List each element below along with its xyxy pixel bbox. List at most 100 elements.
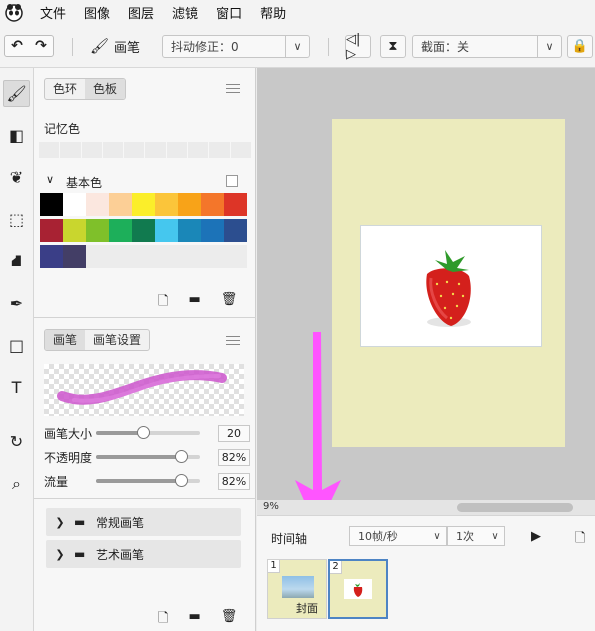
brush-tool[interactable]: 🖌 [3, 80, 30, 107]
smudge-tool[interactable]: ❦ [3, 164, 30, 191]
memory-color-row[interactable] [39, 142, 251, 158]
slider-knob[interactable] [175, 474, 189, 487]
menu-help[interactable]: 帮助 [260, 3, 286, 22]
color-swatch[interactable] [63, 219, 86, 242]
rotate-tool[interactable]: ↻ [3, 428, 30, 455]
chevron-down-icon[interactable]: ∨ [46, 173, 54, 186]
flow-slider[interactable] [96, 474, 200, 487]
flip-horizontal-icon: ◁|▷ [346, 31, 361, 62]
color-swatch[interactable] [178, 219, 201, 242]
scrollbar-thumb[interactable] [457, 503, 573, 512]
color-swatch[interactable] [132, 193, 155, 216]
color-swatch[interactable] [155, 245, 178, 268]
canvas-area[interactable] [257, 68, 595, 530]
color-swatch[interactable] [155, 193, 178, 216]
tab-color-wheel[interactable]: 色环 [45, 79, 85, 99]
loop-select[interactable]: 1次 ∨ [447, 526, 505, 546]
canvas-page[interactable] [332, 119, 565, 447]
undo-icon[interactable]: ↶ [5, 38, 29, 54]
text-tool[interactable]: T [3, 374, 30, 401]
color-swatch[interactable] [40, 245, 63, 268]
eyedropper-icon: ✒ [9, 294, 24, 313]
color-swatch[interactable] [86, 193, 109, 216]
opacity-value[interactable]: 82% [218, 448, 250, 466]
color-swatch[interactable] [201, 193, 224, 216]
clip-select[interactable]: 截面：关 ∨ [412, 35, 562, 58]
stabilizer-select[interactable]: 抖动修正：0 ∨ [162, 35, 310, 58]
tab-swatches[interactable]: 色板 [85, 79, 126, 99]
new-frame-icon[interactable]: 🗋 [575, 529, 585, 551]
panel-menu-icon[interactable] [226, 336, 240, 346]
fps-select[interactable]: 10帧/秒 ∨ [349, 526, 447, 546]
new-file-icon[interactable]: 🗋 [158, 609, 168, 631]
lock-button[interactable]: 🔒 [567, 35, 593, 58]
color-swatch[interactable] [86, 245, 109, 268]
color-swatch[interactable] [109, 219, 132, 242]
tab-brush[interactable]: 画笔 [45, 330, 86, 350]
panel-menu-icon[interactable] [226, 84, 240, 94]
color-swatch[interactable] [178, 245, 201, 268]
color-swatch[interactable] [109, 193, 132, 216]
timeline-frame[interactable]: 2 [328, 559, 388, 619]
folder-icon[interactable]: ▬ [188, 609, 200, 631]
opacity-slider[interactable] [96, 450, 200, 463]
flow-row: 流量 82% [44, 472, 250, 490]
folder-icon[interactable]: ▬ [188, 292, 200, 314]
toolbar-divider [72, 38, 73, 56]
menu-file[interactable]: 文件 [40, 3, 66, 22]
zoom-tool[interactable]: ⌕ [3, 470, 30, 497]
color-swatch[interactable] [178, 193, 201, 216]
slider-knob[interactable] [136, 426, 150, 439]
new-file-icon[interactable]: 🗋 [158, 292, 168, 314]
color-swatch[interactable] [40, 193, 63, 216]
zoom-level[interactable]: 9% [263, 501, 279, 512]
color-swatch[interactable] [224, 193, 247, 216]
timeline-frame[interactable]: 1 封面 [267, 559, 327, 619]
eraser-tool[interactable]: ◧ [3, 122, 30, 149]
menu-filter[interactable]: 滤镜 [172, 3, 198, 22]
trash-icon[interactable]: 🗑 [221, 609, 238, 631]
tab-brush-settings[interactable]: 画笔设置 [85, 330, 149, 350]
chevron-down-icon: ∨ [285, 36, 309, 57]
color-swatch[interactable] [63, 193, 86, 216]
canvas-horizontal-scrollbar[interactable]: 9% [257, 500, 595, 515]
menu-window[interactable]: 窗口 [216, 3, 242, 22]
timeline-panel: 时间轴 10帧/秒 ∨ 1次 ∨ ▶ 🗋 1 封面 2 [257, 515, 595, 631]
brush-folder-art[interactable]: ❯ ▬ 艺术画笔 [46, 540, 241, 568]
color-tabs: 色环 色板 [44, 78, 127, 100]
shape-tool[interactable]: □ [3, 332, 30, 359]
flip-vertical-icon: ⧗ [388, 39, 398, 54]
selection-tool[interactable]: ⬚ [3, 206, 30, 233]
brush-size-value[interactable]: 20 [218, 424, 250, 442]
redo-icon[interactable]: ↷ [29, 38, 53, 54]
color-swatch[interactable] [224, 219, 247, 242]
eyedropper-tool[interactable]: ✒ [3, 290, 30, 317]
color-swatch[interactable] [201, 219, 224, 242]
trash-icon[interactable]: 🗑 [221, 292, 238, 314]
brush-folder-regular[interactable]: ❯ ▬ 常规画笔 [46, 508, 241, 536]
flip-horizontal-button[interactable]: ◁|▷ [345, 32, 371, 62]
color-swatch[interactable] [132, 219, 155, 242]
color-swatch[interactable] [132, 245, 155, 268]
chevron-down-icon: ∨ [433, 530, 441, 542]
brush-size-slider[interactable] [96, 426, 200, 439]
play-icon[interactable]: ▶ [531, 529, 541, 544]
flip-vertical-button[interactable]: ⧗ [380, 35, 406, 58]
menu-layer[interactable]: 图层 [128, 3, 154, 22]
flow-value[interactable]: 82% [218, 472, 250, 490]
brush-tool-button[interactable]: 🖌 画笔 [90, 35, 140, 57]
color-swatch[interactable] [86, 219, 109, 242]
color-swatch[interactable] [63, 245, 86, 268]
color-swatch[interactable] [40, 219, 63, 242]
color-swatch[interactable] [224, 245, 247, 268]
clip-value: 截面：关 [421, 40, 470, 54]
color-swatch[interactable] [155, 219, 178, 242]
add-swatch-checkbox[interactable] [226, 175, 238, 187]
slider-knob[interactable] [175, 450, 189, 463]
fill-tool[interactable]: ⛘ [3, 248, 30, 275]
color-swatch[interactable] [109, 245, 132, 268]
strawberry-image[interactable] [360, 225, 542, 347]
color-swatch[interactable] [201, 245, 224, 268]
marquee-icon: ⬚ [8, 210, 25, 229]
menu-image[interactable]: 图像 [84, 3, 110, 22]
